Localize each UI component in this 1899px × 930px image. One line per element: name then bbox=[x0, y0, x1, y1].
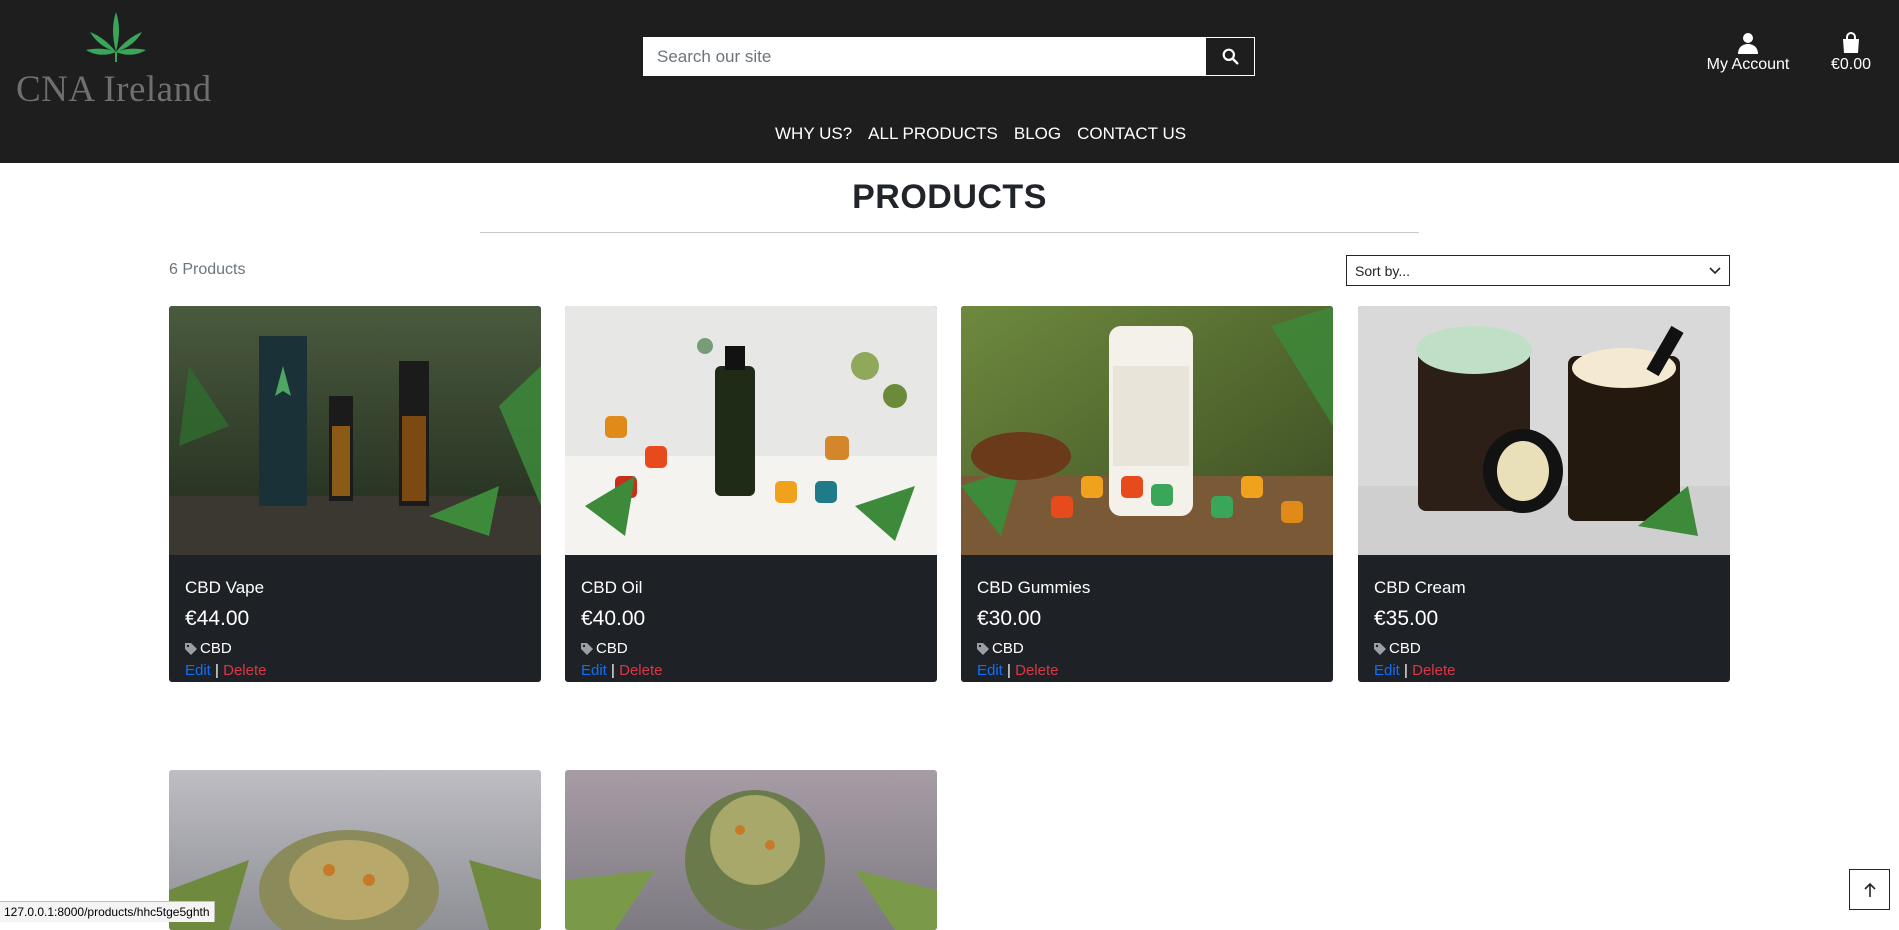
search-bar bbox=[643, 37, 1255, 76]
sort-select[interactable]: Sort by... bbox=[1346, 255, 1730, 286]
product-category[interactable]: CBD bbox=[1374, 640, 1466, 657]
product-card[interactable]: CBD Gummies €30.00 CBD Edit | Delete bbox=[961, 306, 1333, 682]
product-price: €44.00 bbox=[185, 607, 250, 630]
product-image[interactable] bbox=[565, 770, 937, 930]
bag-total: €0.00 bbox=[1830, 56, 1872, 73]
product-card[interactable]: CBD Oil €40.00 CBD Edit | Delete bbox=[565, 306, 937, 682]
tag-icon bbox=[977, 642, 989, 655]
delete-link[interactable]: Delete bbox=[619, 662, 662, 679]
product-actions: Edit | Delete bbox=[581, 662, 662, 679]
product-card[interactable]: CBD Vape €44.00 CBD Edit | Delete bbox=[169, 306, 541, 682]
my-account-label: My Account bbox=[1706, 56, 1790, 73]
main-nav: WHY US? ALL PRODUCTS BLOG CONTACT US bbox=[775, 124, 1202, 144]
tag-icon bbox=[1374, 642, 1386, 655]
product-name[interactable]: CBD Gummies bbox=[977, 578, 1090, 598]
product-image[interactable] bbox=[169, 770, 541, 930]
sort-value: Sort by... bbox=[1355, 262, 1410, 279]
product-card[interactable] bbox=[565, 770, 937, 930]
back-to-top-button[interactable] bbox=[1849, 869, 1890, 910]
product-count: 6 Products bbox=[169, 261, 246, 278]
edit-link[interactable]: Edit bbox=[1374, 662, 1400, 679]
site-header: CNA Ireland My Account €0.00 WHY US? ALL… bbox=[0, 0, 1899, 163]
brand-logo[interactable]: CNA Ireland bbox=[14, 10, 214, 110]
separator: | bbox=[1007, 662, 1011, 679]
cannabis-leaf-icon bbox=[86, 12, 146, 62]
category-label: CBD bbox=[200, 640, 232, 657]
page-title: PRODUCTS bbox=[852, 178, 1047, 216]
shopping-bag-link[interactable]: €0.00 bbox=[1826, 32, 1876, 74]
nav-contact-us[interactable]: CONTACT US bbox=[1077, 124, 1186, 144]
nav-all-products[interactable]: ALL PRODUCTS bbox=[868, 124, 998, 144]
product-actions: Edit | Delete bbox=[185, 662, 266, 679]
product-price: €30.00 bbox=[977, 607, 1042, 630]
delete-link[interactable]: Delete bbox=[1412, 662, 1455, 679]
separator: | bbox=[215, 662, 219, 679]
product-category[interactable]: CBD bbox=[581, 640, 662, 657]
arrow-up-icon bbox=[1863, 882, 1876, 897]
product-name[interactable]: CBD Oil bbox=[581, 578, 662, 598]
delete-link[interactable]: Delete bbox=[1015, 662, 1058, 679]
product-price: €35.00 bbox=[1374, 607, 1439, 630]
category-label: CBD bbox=[992, 640, 1024, 657]
product-price: €40.00 bbox=[581, 607, 646, 630]
product-image[interactable] bbox=[961, 306, 1333, 555]
product-image[interactable] bbox=[169, 306, 541, 555]
product-category[interactable]: CBD bbox=[977, 640, 1090, 657]
category-label: CBD bbox=[1389, 640, 1421, 657]
shopping-bag-icon bbox=[1843, 32, 1859, 53]
delete-link[interactable]: Delete bbox=[223, 662, 266, 679]
product-image[interactable] bbox=[565, 306, 937, 555]
tag-icon bbox=[581, 642, 593, 655]
search-icon bbox=[1222, 48, 1238, 65]
search-button[interactable] bbox=[1205, 37, 1255, 76]
chevron-down-icon bbox=[1709, 266, 1721, 274]
separator: | bbox=[611, 662, 615, 679]
product-image[interactable] bbox=[1358, 306, 1730, 555]
category-label: CBD bbox=[596, 640, 628, 657]
product-actions: Edit | Delete bbox=[977, 662, 1090, 679]
nav-why-us[interactable]: WHY US? bbox=[775, 124, 852, 144]
browser-status-url: 127.0.0.1:8000/products/hhc5tge5ghth bbox=[0, 901, 215, 922]
my-account-link[interactable]: My Account bbox=[1700, 32, 1796, 74]
product-category[interactable]: CBD bbox=[185, 640, 266, 657]
product-card[interactable] bbox=[169, 770, 541, 930]
search-input[interactable] bbox=[643, 37, 1205, 76]
user-icon bbox=[1738, 33, 1758, 54]
nav-blog[interactable]: BLOG bbox=[1014, 124, 1061, 144]
title-divider bbox=[480, 232, 1419, 233]
tag-icon bbox=[185, 642, 197, 655]
product-name[interactable]: CBD Vape bbox=[185, 578, 266, 598]
edit-link[interactable]: Edit bbox=[977, 662, 1003, 679]
brand-name: CNA Ireland bbox=[16, 69, 212, 110]
separator: | bbox=[1404, 662, 1408, 679]
product-card[interactable]: CBD Cream €35.00 CBD Edit | Delete bbox=[1358, 306, 1730, 682]
product-name[interactable]: CBD Cream bbox=[1374, 578, 1466, 598]
product-actions: Edit | Delete bbox=[1374, 662, 1466, 679]
edit-link[interactable]: Edit bbox=[581, 662, 607, 679]
edit-link[interactable]: Edit bbox=[185, 662, 211, 679]
